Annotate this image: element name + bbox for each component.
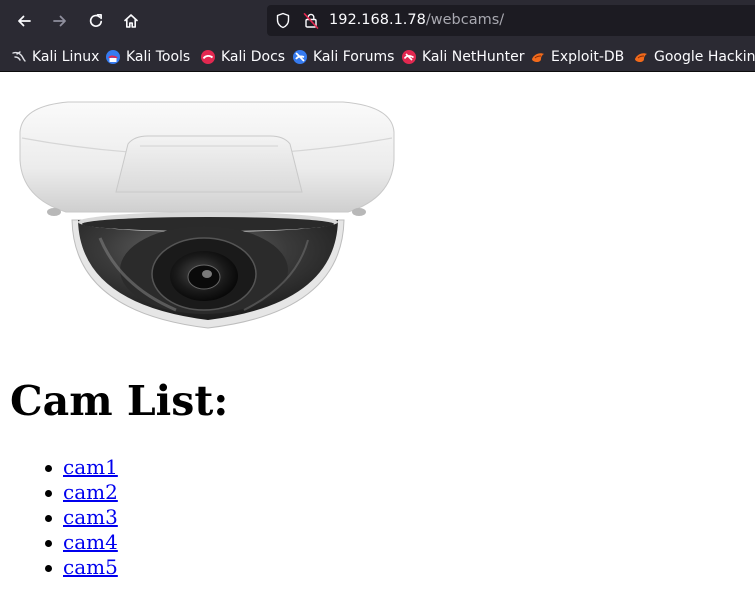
- url-bar[interactable]: 192.168.1.78/webcams/: [267, 5, 755, 36]
- bookmark-exploit-db[interactable]: Exploit-DB: [530, 47, 624, 67]
- reload-icon: [89, 13, 103, 27]
- bookmark-kali-linux[interactable]: Kali Linux: [11, 47, 99, 67]
- bookmarks-toolbar: Kali Linux Kali Tools Kali Docs Kali For…: [0, 42, 755, 72]
- bookmark-label: Kali Docs: [221, 49, 286, 65]
- webcam-image: [8, 80, 403, 344]
- bookmark-kali-tools[interactable]: Kali Tools: [105, 47, 190, 67]
- cam5-link[interactable]: cam5: [63, 555, 118, 579]
- forward-button[interactable]: [47, 8, 73, 34]
- arrow-right-icon: [53, 15, 66, 27]
- bookmark-label: Kali Linux: [32, 49, 100, 65]
- cam2-link[interactable]: cam2: [63, 480, 118, 504]
- bookmark-kali-forums[interactable]: Kali Forums: [292, 47, 394, 67]
- bookmark-label: Google Hacking: [654, 49, 755, 65]
- reload-button[interactable]: [83, 8, 109, 34]
- kali-docs-icon: [201, 50, 215, 64]
- bookmark-label: Exploit-DB: [551, 49, 625, 65]
- bookmark-label: Kali Forums: [313, 49, 395, 65]
- bookmark-google-hacking[interactable]: Google Hacking: [633, 47, 755, 67]
- list-item: cam1: [40, 455, 118, 480]
- list-item: cam3: [40, 505, 118, 530]
- cam4-link[interactable]: cam4: [63, 530, 118, 554]
- bookmark-kali-nethunter[interactable]: Kali NetHunter: [401, 47, 524, 67]
- cam-list: cam1 cam2 cam3 cam4 cam5: [40, 455, 118, 580]
- page-content: Cam List: cam1 cam2 cam3 cam4 cam5: [0, 72, 755, 596]
- list-item: cam5: [40, 555, 118, 580]
- list-item: cam2: [40, 480, 118, 505]
- kali-nethunter-icon: [402, 50, 416, 64]
- kali-dragon-icon: [12, 51, 26, 62]
- home-button[interactable]: [118, 8, 144, 34]
- exploit-db-icon: [532, 53, 544, 62]
- cam1-link[interactable]: cam1: [63, 455, 118, 479]
- list-item: cam4: [40, 530, 118, 555]
- browser-toolbar: 192.168.1.78/webcams/: [0, 0, 755, 42]
- kali-forums-icon: [293, 50, 307, 64]
- shield-icon[interactable]: [275, 12, 291, 29]
- arrow-left-icon: [18, 15, 31, 27]
- url-path: /webcams/: [425, 12, 505, 28]
- back-button[interactable]: [11, 8, 37, 34]
- google-hacking-icon: [635, 53, 647, 62]
- cam3-link[interactable]: cam3: [63, 505, 118, 529]
- bookmark-label: Kali Tools: [126, 49, 191, 65]
- home-icon: [124, 14, 138, 28]
- url-text[interactable]: 192.168.1.78/webcams/: [329, 11, 504, 29]
- url-host: 192.168.1.78: [329, 12, 426, 28]
- bookmark-label: Kali NetHunter: [422, 49, 525, 65]
- insecure-lock-icon[interactable]: [303, 12, 319, 29]
- bookmark-kali-docs[interactable]: Kali Docs: [200, 47, 285, 67]
- page-title: Cam List:: [10, 377, 229, 425]
- kali-tools-icon: [106, 50, 120, 64]
